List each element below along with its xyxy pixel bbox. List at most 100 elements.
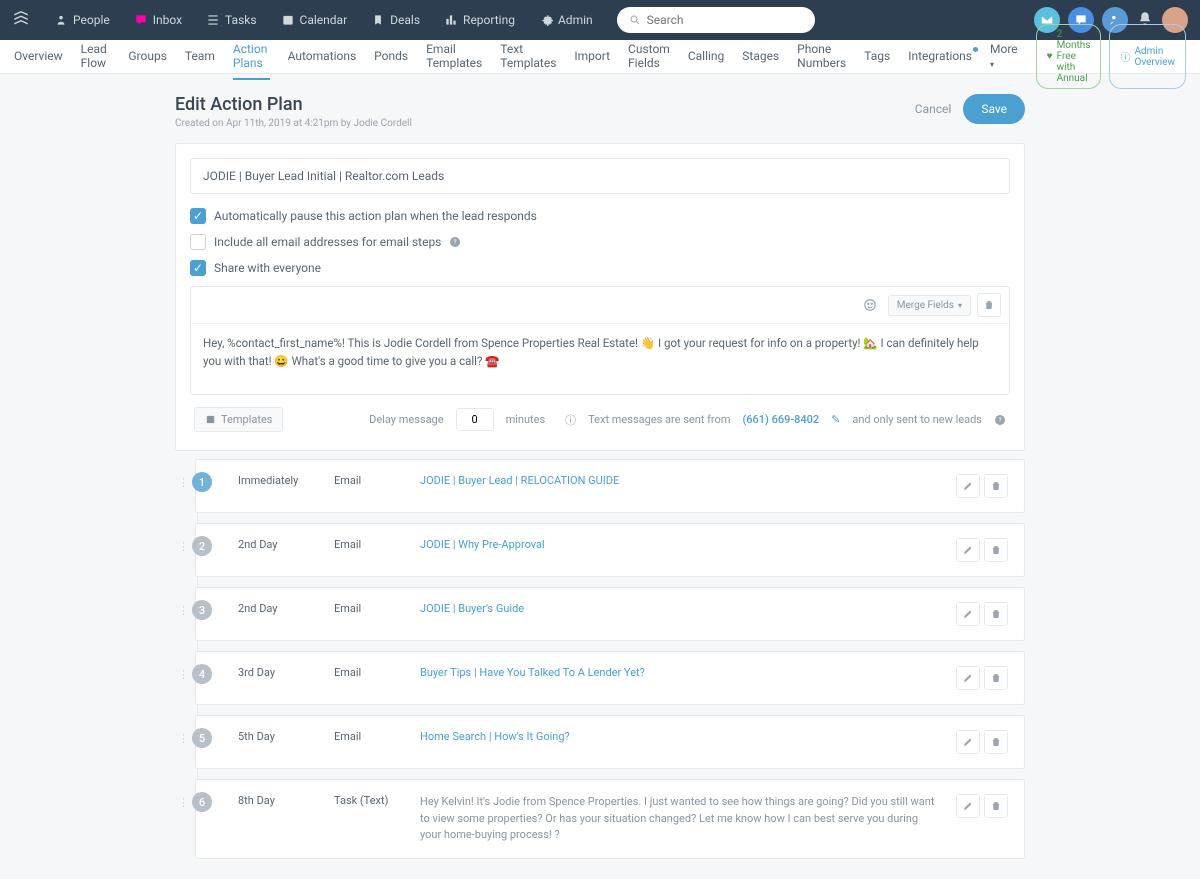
edit-step-button[interactable] bbox=[956, 474, 980, 498]
admin-icon bbox=[539, 13, 553, 27]
sent-from-suffix: and only sent to new leads bbox=[852, 413, 982, 426]
emoji-button[interactable] bbox=[858, 293, 882, 317]
tab-team[interactable]: Team bbox=[185, 41, 215, 73]
tab-phone-numbers[interactable]: Phone Numbers bbox=[797, 34, 846, 80]
checkbox-emails[interactable] bbox=[190, 234, 206, 250]
tab-integrations-label: Integrations bbox=[908, 49, 972, 63]
tab-overview[interactable]: Overview bbox=[14, 41, 63, 73]
message-body[interactable]: Hey, %contact_first_name%! This is Jodie… bbox=[191, 324, 1009, 394]
delete-step-button[interactable] bbox=[984, 474, 1008, 498]
nav-inbox[interactable]: Inbox bbox=[124, 7, 192, 33]
pencil-icon bbox=[962, 736, 974, 748]
delete-step-button[interactable] bbox=[984, 794, 1008, 818]
merge-fields-button[interactable]: Merge Fields bbox=[888, 295, 971, 316]
edit-step-button[interactable] bbox=[956, 666, 980, 690]
nav-calendar[interactable]: Calendar bbox=[271, 7, 358, 33]
help-icon[interactable]: ? bbox=[449, 236, 461, 248]
search-icon bbox=[629, 14, 641, 26]
nav-admin[interactable]: Admin bbox=[529, 7, 603, 33]
plan-name-input[interactable] bbox=[190, 158, 1010, 194]
nav-people[interactable]: People bbox=[44, 7, 120, 33]
nav-people-label: People bbox=[73, 13, 110, 27]
tab-integrations[interactable]: Integrations bbox=[908, 41, 972, 73]
promo-pill[interactable]: ♥ 2 Months Free with Annual bbox=[1036, 24, 1102, 89]
tab-email-templates[interactable]: Email Templates bbox=[426, 34, 482, 80]
admin-overview-label: Admin Overview bbox=[1134, 46, 1175, 68]
checkbox-share-row: ✓ Share with everyone bbox=[190, 260, 1010, 276]
nav-tasks[interactable]: Tasks bbox=[196, 7, 267, 33]
tab-automations[interactable]: Automations bbox=[288, 41, 357, 73]
tab-ponds[interactable]: Ponds bbox=[374, 41, 408, 73]
tab-action-plans[interactable]: Action Plans bbox=[233, 34, 270, 80]
admin-overview-pill[interactable]: ⓘ Admin Overview bbox=[1109, 24, 1186, 89]
checkbox-share[interactable]: ✓ bbox=[190, 260, 206, 276]
delay-unit: minutes bbox=[506, 413, 546, 426]
search-box[interactable] bbox=[617, 7, 815, 33]
inbox-icon bbox=[134, 13, 148, 27]
tab-more[interactable]: More bbox=[990, 34, 1018, 80]
checkbox-pause[interactable]: ✓ bbox=[190, 208, 206, 224]
checkbox-pause-row: ✓ Automatically pause this action plan w… bbox=[190, 208, 1010, 224]
step-title-link[interactable]: Home Search | How's It Going? bbox=[420, 730, 940, 743]
tab-stages[interactable]: Stages bbox=[742, 41, 779, 73]
message-toolbar: Merge Fields bbox=[191, 287, 1009, 324]
edit-step-button[interactable] bbox=[956, 794, 980, 818]
cancel-button[interactable]: Cancel bbox=[915, 102, 952, 116]
tab-tags[interactable]: Tags bbox=[864, 41, 890, 73]
tab-calling[interactable]: Calling bbox=[688, 41, 724, 73]
step-timing: 3rd Day bbox=[238, 666, 318, 679]
step-title-link[interactable]: JODIE | Buyer Lead | RELOCATION GUIDE bbox=[420, 474, 940, 487]
step-timing: 5th Day bbox=[238, 730, 318, 743]
save-button[interactable]: Save bbox=[963, 94, 1025, 124]
search-wrapper bbox=[617, 7, 815, 33]
delete-message-button[interactable] bbox=[977, 293, 1001, 317]
step-title-link[interactable]: Buyer Tips | Have You Talked To A Lender… bbox=[420, 666, 940, 679]
logo-icon bbox=[12, 11, 30, 29]
trash-icon bbox=[990, 544, 1002, 556]
step-type: Email bbox=[334, 602, 404, 615]
message-editor: Merge Fields Hey, %contact_first_name%! … bbox=[190, 286, 1010, 395]
nav-reporting[interactable]: Reporting bbox=[434, 7, 525, 33]
step-type: Email bbox=[334, 474, 404, 487]
step-row: ⋮⋮ 2 2nd Day Email JODIE | Why Pre-Appro… bbox=[195, 523, 1025, 577]
step-timing: 2nd Day bbox=[238, 602, 318, 615]
search-input[interactable] bbox=[647, 13, 803, 27]
checkbox-share-label: Share with everyone bbox=[214, 261, 321, 275]
step-inner: 2nd Day Email JODIE | Why Pre-Approval bbox=[238, 538, 1008, 562]
tab-text-templates[interactable]: Text Templates bbox=[500, 34, 556, 80]
tab-import[interactable]: Import bbox=[574, 41, 610, 73]
tab-lead-flow[interactable]: Lead Flow bbox=[81, 34, 111, 80]
edit-step-button[interactable] bbox=[956, 602, 980, 626]
step-type: Task (Text) bbox=[334, 794, 404, 807]
help-icon[interactable]: ? bbox=[994, 414, 1006, 426]
delete-step-button[interactable] bbox=[984, 666, 1008, 690]
delete-step-button[interactable] bbox=[984, 538, 1008, 562]
edit-phone-button[interactable]: ✎ bbox=[831, 413, 840, 426]
step-title-link[interactable]: JODIE | Why Pre-Approval bbox=[420, 538, 940, 551]
templates-button[interactable]: Templates bbox=[194, 407, 283, 432]
step-title-link[interactable]: JODIE | Buyer's Guide bbox=[420, 602, 940, 615]
sent-from-prefix: Text messages are sent from bbox=[588, 413, 730, 426]
content: Edit Action Plan Created on Apr 11th, 20… bbox=[165, 94, 1035, 859]
tab-groups[interactable]: Groups bbox=[128, 41, 167, 73]
nav-deals[interactable]: Deals bbox=[361, 7, 430, 33]
notifications-button[interactable] bbox=[1136, 10, 1154, 31]
edit-step-button[interactable] bbox=[956, 730, 980, 754]
edit-step-button[interactable] bbox=[956, 538, 980, 562]
pencil-icon bbox=[962, 544, 974, 556]
step-title-text: Hey Kelvin! It's Jodie from Spence Prope… bbox=[420, 794, 940, 844]
delete-step-button[interactable] bbox=[984, 730, 1008, 754]
step-type: Email bbox=[334, 538, 404, 551]
delete-step-button[interactable] bbox=[984, 602, 1008, 626]
step-actions bbox=[956, 602, 1008, 626]
step-row: ⋮⋮ 6 8th Day Task (Text) Hey Kelvin! It'… bbox=[195, 779, 1025, 859]
tab-custom-fields[interactable]: Custom Fields bbox=[628, 34, 670, 80]
delay-label: Delay message bbox=[369, 413, 443, 426]
checkbox-emails-row: Include all email addresses for email st… bbox=[190, 234, 1010, 250]
delay-input[interactable] bbox=[456, 408, 494, 431]
deals-icon bbox=[371, 13, 385, 27]
step-actions bbox=[956, 666, 1008, 690]
integrations-dot-icon bbox=[973, 47, 978, 52]
page-meta: Created on Apr 11th, 2019 at 4:21pm by J… bbox=[175, 118, 412, 129]
nav-tasks-label: Tasks bbox=[225, 13, 257, 27]
